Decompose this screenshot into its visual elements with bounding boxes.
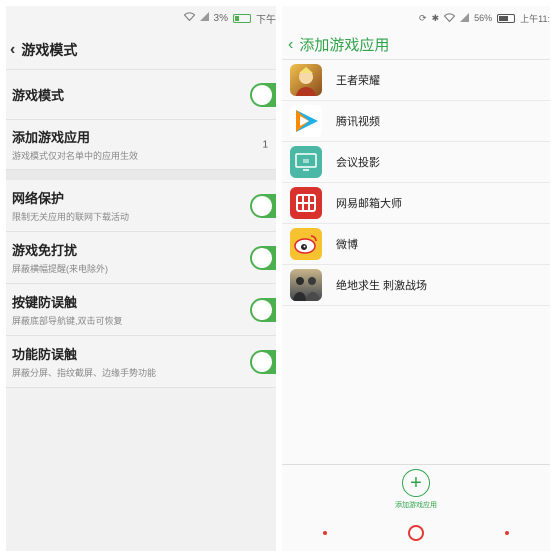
setting-title: 网络保护 bbox=[12, 191, 65, 206]
app-count: 1 bbox=[262, 139, 268, 150]
setting-row-key-lock[interactable]: 按键防误触 屏蔽底部导航键,双击可恢复 bbox=[6, 284, 276, 336]
setting-row-game-mode[interactable]: 游戏模式 bbox=[6, 70, 276, 120]
nav-recent-dot-icon[interactable] bbox=[505, 530, 510, 535]
netease-mail-icon bbox=[290, 187, 322, 219]
game-mode-settings-panel: 3% 下午 ‹ 游戏模式 游戏模式 添加游戏应用 游戏模式仅对名单中的应用生效 … bbox=[6, 6, 276, 551]
list-item[interactable]: 腾讯视频 bbox=[282, 101, 550, 142]
nav-back-dot-icon[interactable] bbox=[322, 530, 327, 535]
status-bar: 3% 下午 bbox=[6, 6, 276, 30]
add-game-app-label: 添加游戏应用 bbox=[395, 502, 437, 509]
key-lock-toggle[interactable] bbox=[250, 297, 276, 322]
list-item[interactable]: 王者荣耀 bbox=[282, 60, 550, 101]
app-list: 王者荣耀 腾讯视频 会议投影 网易邮箱大师 微博 绝地求生 刺激战场 bbox=[282, 60, 550, 306]
app-name: 网易邮箱大师 bbox=[336, 198, 402, 210]
signal-icon bbox=[460, 12, 470, 24]
status-time: 下午 bbox=[256, 14, 276, 26]
page-title: 游戏模式 bbox=[21, 41, 78, 58]
setting-row-network-protection[interactable]: 网络保护 限制无关应用的联网下载活动 bbox=[6, 180, 276, 232]
app-name: 微博 bbox=[336, 239, 358, 251]
game-hero-icon bbox=[290, 64, 322, 96]
app-name: 绝地求生 刺激战场 bbox=[336, 280, 428, 292]
sync-icon: ⟳ bbox=[419, 12, 427, 23]
list-item[interactable]: 绝地求生 刺激战场 bbox=[282, 265, 550, 306]
section-divider bbox=[6, 170, 276, 180]
battery-percent: 56% bbox=[474, 13, 493, 23]
setting-title: 游戏免打扰 bbox=[12, 243, 78, 258]
wifi-icon bbox=[443, 12, 456, 24]
pubg-icon bbox=[290, 269, 322, 301]
game-mode-toggle[interactable] bbox=[250, 82, 276, 107]
setting-title: 功能防误触 bbox=[12, 347, 78, 362]
back-chevron-icon[interactable]: ‹ bbox=[10, 41, 15, 59]
list-item[interactable]: 微博 bbox=[282, 224, 550, 265]
nav-home-circle-icon[interactable] bbox=[407, 524, 424, 541]
bluetooth-icon: ✱ bbox=[431, 12, 440, 23]
app-name: 会议投影 bbox=[336, 157, 380, 169]
navigation-bar bbox=[282, 514, 550, 551]
setting-row-add-game-apps[interactable]: 添加游戏应用 游戏模式仅对名单中的应用生效 1 bbox=[6, 120, 276, 170]
setting-row-do-not-disturb[interactable]: 游戏免打扰 屏蔽横幅提醒(来电除外) bbox=[6, 232, 276, 284]
tencent-video-icon bbox=[290, 105, 322, 137]
app-name: 王者荣耀 bbox=[336, 75, 380, 87]
setting-title: 添加游戏应用 bbox=[12, 130, 91, 145]
setting-subtitle: 屏蔽底部导航键,双击可恢复 bbox=[12, 316, 123, 326]
list-item[interactable]: 网易邮箱大师 bbox=[282, 183, 550, 224]
list-item[interactable]: 会议投影 bbox=[282, 142, 550, 183]
status-bar: ⟳ ✱ 56% 上午11: bbox=[282, 6, 550, 30]
network-protection-toggle[interactable] bbox=[250, 193, 276, 218]
wifi-icon bbox=[183, 12, 195, 24]
settings-group-secondary: 网络保护 限制无关应用的联网下载活动 游戏免打扰 屏蔽横幅提醒(来电除外) 按键… bbox=[6, 180, 276, 388]
weibo-icon bbox=[290, 228, 322, 260]
battery-icon bbox=[497, 13, 516, 23]
setting-subtitle: 屏蔽分屏、指纹截屏、边缘手势功能 bbox=[12, 368, 157, 378]
page-header: ‹ 游戏模式 bbox=[6, 30, 276, 70]
battery-percent: 3% bbox=[213, 12, 228, 24]
app-name: 腾讯视频 bbox=[336, 116, 380, 128]
add-game-apps-panel: ⟳ ✱ 56% 上午11: ‹ 添加游戏应用 王者荣耀 腾讯视频 会议投影 网易… bbox=[282, 6, 550, 551]
page-title: 添加游戏应用 bbox=[299, 37, 390, 54]
setting-subtitle: 限制无关应用的联网下载活动 bbox=[12, 212, 130, 222]
add-game-app-bar: + 添加游戏应用 bbox=[282, 464, 550, 514]
setting-row-function-lock[interactable]: 功能防误触 屏蔽分屏、指纹截屏、边缘手势功能 bbox=[6, 336, 276, 388]
battery-icon bbox=[233, 13, 251, 23]
status-time: 上午11: bbox=[520, 13, 550, 24]
setting-title: 游戏模式 bbox=[12, 88, 65, 103]
back-chevron-icon[interactable]: ‹ bbox=[288, 36, 293, 54]
do-not-disturb-toggle[interactable] bbox=[250, 245, 276, 270]
settings-group-primary: 游戏模式 添加游戏应用 游戏模式仅对名单中的应用生效 1 bbox=[6, 70, 276, 170]
setting-subtitle: 游戏模式仅对名单中的应用生效 bbox=[12, 151, 139, 161]
setting-title: 按键防误触 bbox=[12, 295, 78, 310]
signal-icon bbox=[199, 12, 209, 24]
page-header: ‹ 添加游戏应用 bbox=[282, 30, 550, 60]
projection-icon bbox=[290, 146, 322, 178]
function-lock-toggle[interactable] bbox=[250, 349, 276, 374]
setting-subtitle: 屏蔽横幅提醒(来电除外) bbox=[12, 264, 108, 274]
add-game-app-button[interactable]: + bbox=[402, 469, 430, 497]
